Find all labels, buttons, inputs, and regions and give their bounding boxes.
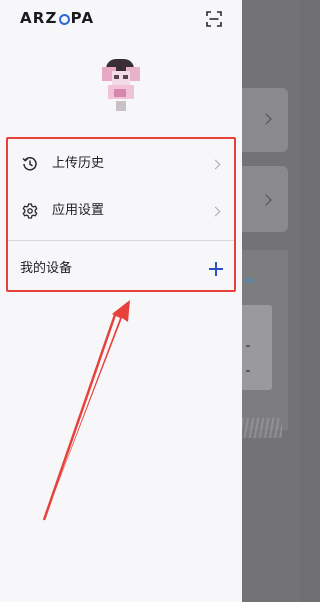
- divider: [6, 240, 236, 241]
- background-banner-mark: [246, 345, 250, 347]
- add-device-button[interactable]: [206, 259, 226, 279]
- background-banner-mark: [246, 370, 250, 372]
- logo-o-icon: [57, 12, 72, 27]
- screen: ss ARZ PA 上传历史 应用设置 我的设备: [0, 0, 300, 602]
- side-drawer: ARZ PA 上传历史 应用设置 我的设备: [0, 0, 242, 602]
- logo-text-end: PA: [70, 9, 95, 27]
- app-logo: ARZ PA: [20, 9, 94, 27]
- background-banner-text: ss: [244, 276, 255, 286]
- background-banner-decoration: [242, 418, 282, 438]
- scan-icon: [206, 11, 222, 27]
- scan-button[interactable]: [206, 11, 222, 27]
- chevron-right-icon: [210, 159, 221, 170]
- background-banner-panel: [242, 305, 272, 390]
- my-devices-label: 我的设备: [20, 261, 73, 276]
- logo-text-start: ARZ: [20, 9, 58, 27]
- plus-icon: [209, 262, 223, 276]
- my-devices-row[interactable]: 我的设备: [0, 250, 242, 288]
- chevron-right-icon: [210, 206, 221, 217]
- history-icon: [22, 156, 38, 172]
- menu-item-upload-history[interactable]: 上传历史: [0, 141, 242, 187]
- avatar[interactable]: [100, 55, 142, 111]
- menu-item-label: 应用设置: [52, 203, 105, 218]
- menu-item-app-settings[interactable]: 应用设置: [0, 188, 242, 234]
- menu-item-label: 上传历史: [52, 156, 105, 171]
- settings-gear-icon: [22, 203, 38, 219]
